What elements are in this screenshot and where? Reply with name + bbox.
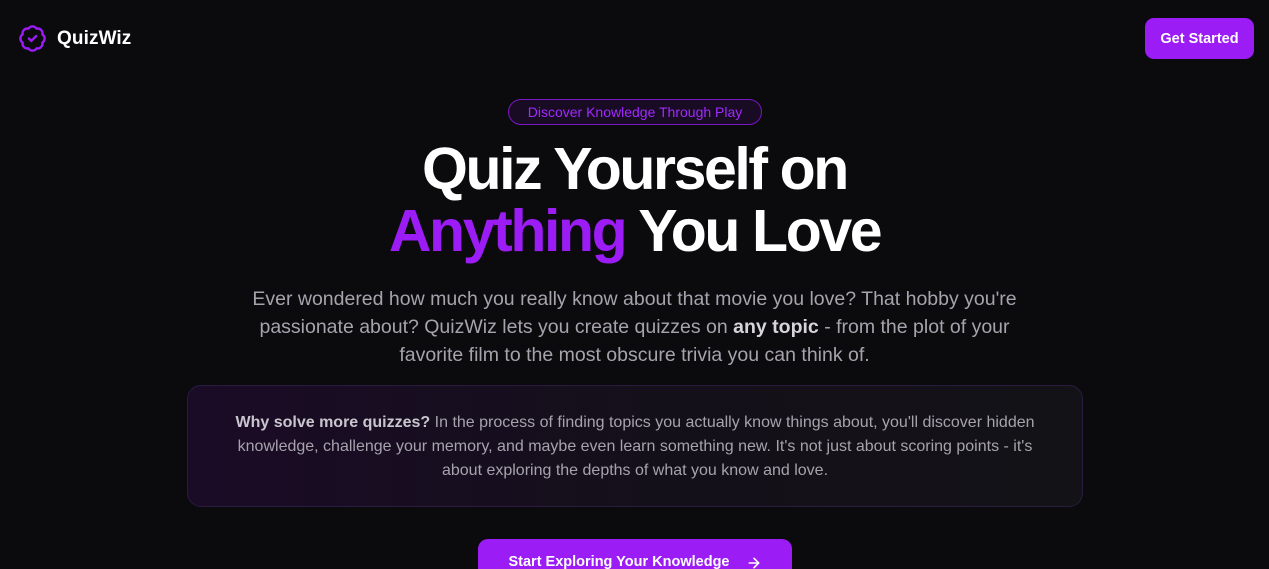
- badge-check-icon: [19, 25, 46, 52]
- tagline-badge: Discover Knowledge Through Play: [508, 99, 762, 125]
- subtitle-emphasis: any topic: [733, 316, 819, 338]
- get-started-button[interactable]: Get Started: [1145, 18, 1254, 59]
- headline-line-1: Quiz Yourself on: [422, 136, 849, 202]
- start-exploring-button[interactable]: Start Exploring Your Knowledge: [478, 539, 792, 569]
- top-nav: QuizWiz Get Started: [0, 0, 1269, 78]
- headline-rest: You Love: [638, 198, 882, 264]
- start-exploring-label: Start Exploring Your Knowledge: [508, 554, 730, 569]
- landing-page: QuizWiz Get Started Discover Knowledge T…: [0, 0, 1269, 569]
- brand-name: QuizWiz: [57, 27, 132, 49]
- headline-accent: Anything: [388, 198, 628, 264]
- brand[interactable]: QuizWiz: [18, 24, 131, 53]
- hero-subtitle: Ever wondered how much you really know a…: [250, 285, 1019, 369]
- info-card-lead: Why solve more quizzes?: [235, 414, 431, 431]
- hero-headline: Quiz Yourself on Anything You Love: [0, 138, 1269, 262]
- info-card: Why solve more quizzes? In the process o…: [187, 385, 1083, 507]
- arrow-right-icon: [748, 557, 759, 569]
